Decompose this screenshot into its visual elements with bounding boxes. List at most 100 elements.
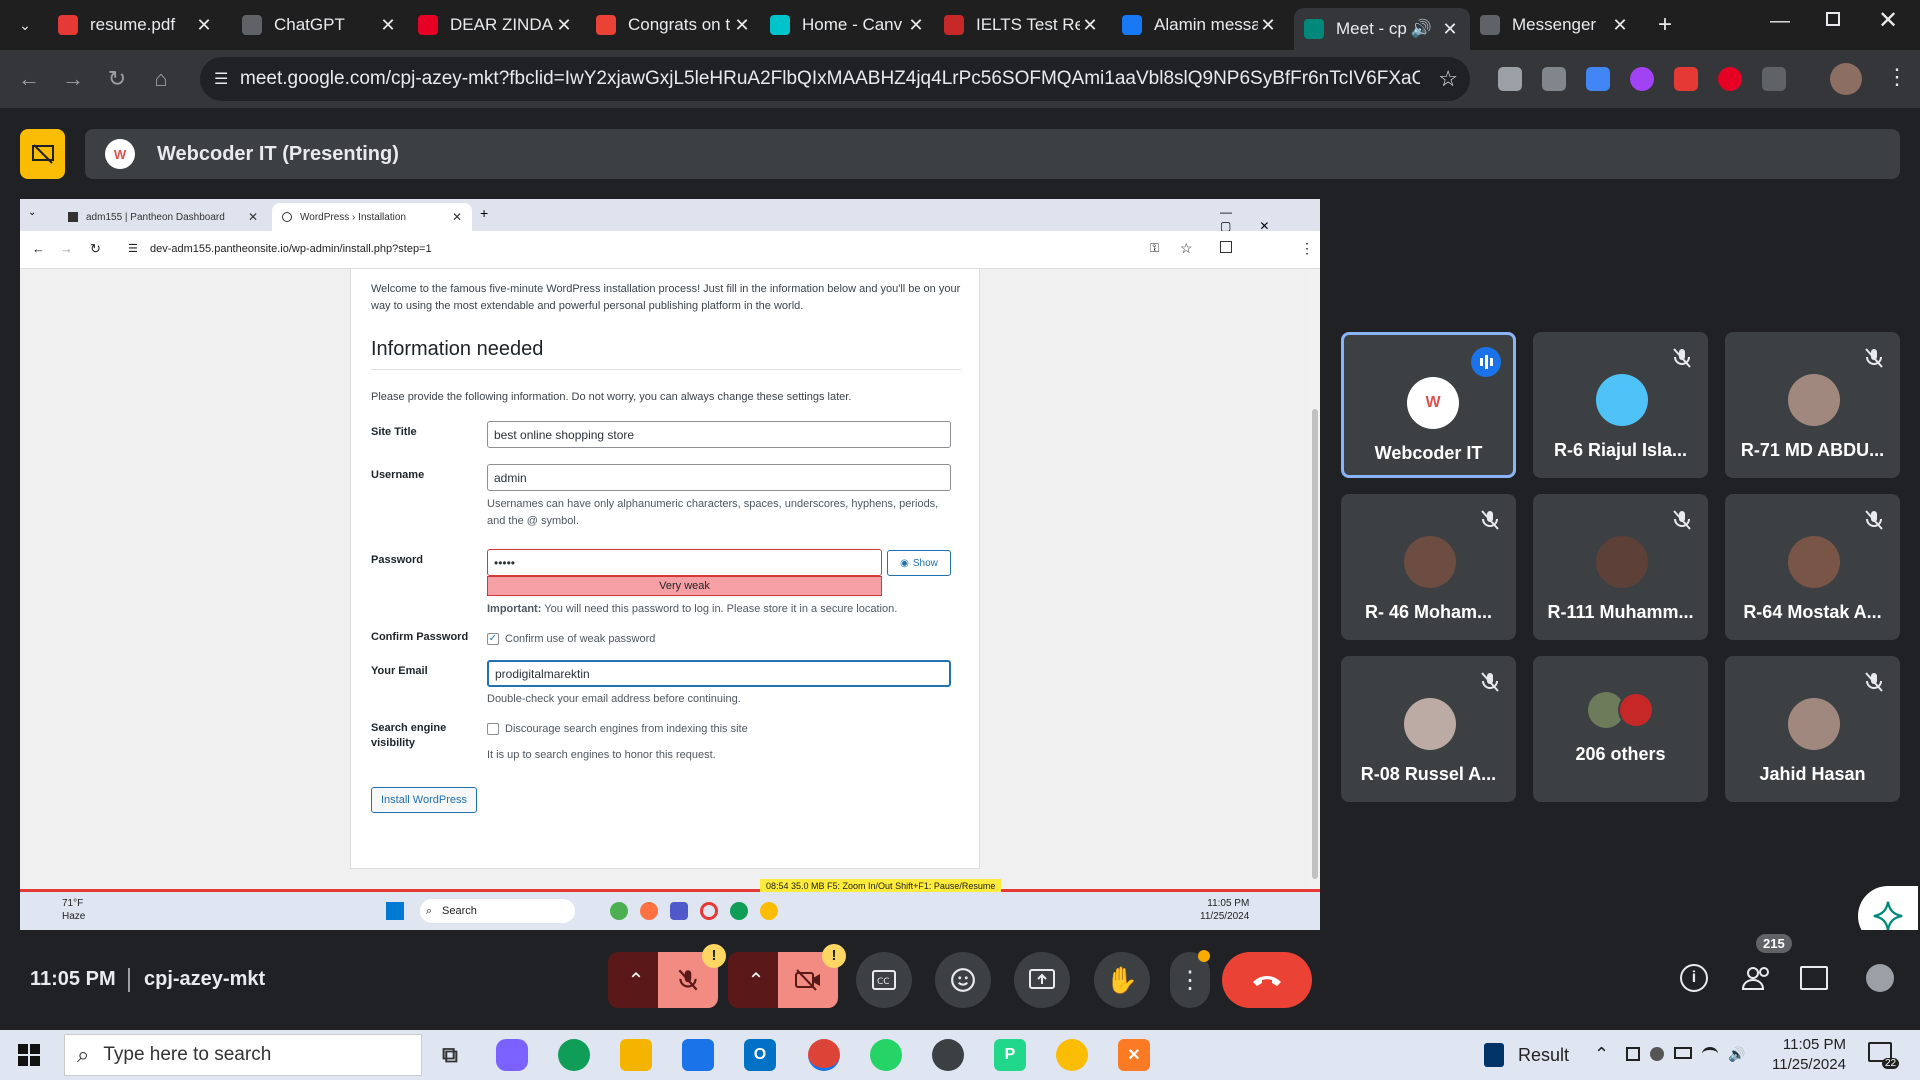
captions-button[interactable]: CC — [856, 952, 912, 1008]
defender-tray-icon[interactable] — [1650, 1047, 1664, 1061]
browser-menu-icon[interactable]: ⋮ — [1886, 64, 1908, 90]
meet-icon — [1304, 19, 1324, 39]
wifi-icon[interactable] — [1702, 1047, 1718, 1061]
profile-avatar[interactable] — [1830, 63, 1862, 95]
whatsapp-icon[interactable] — [870, 1039, 902, 1071]
mic-off-icon — [1481, 672, 1499, 692]
home-icon[interactable]: ⌂ — [146, 64, 176, 94]
messenger-icon — [1480, 15, 1500, 35]
chat-icon[interactable] — [1800, 966, 1828, 990]
tab-ielts[interactable]: IELTS Test Rep✕ — [934, 8, 1110, 42]
microphone-toggle-button[interactable]: ! — [658, 944, 726, 1008]
extension-1-icon[interactable] — [1542, 67, 1566, 91]
xampp-icon[interactable]: ✕ — [1118, 1039, 1150, 1071]
end-call-button[interactable] — [1222, 952, 1312, 1008]
new-tab-button[interactable]: + — [1650, 10, 1680, 40]
tab-pdf[interactable]: resume.pdf ✕ — [48, 8, 224, 42]
tab-pinterest[interactable]: DEAR ZINDA(✕ — [408, 8, 584, 42]
raise-hand-button[interactable]: ✋ — [1094, 952, 1150, 1008]
reactions-button[interactable] — [935, 952, 991, 1008]
volume-icon[interactable]: 🔊 — [1728, 1047, 1745, 1063]
extension-3-icon[interactable] — [1630, 67, 1654, 91]
battery-icon[interactable] — [1674, 1047, 1692, 1059]
tray-chevron-icon[interactable]: ⌃ — [1594, 1044, 1609, 1065]
close-tab-icon[interactable]: ✕ — [554, 15, 574, 36]
copilot-icon[interactable] — [496, 1039, 528, 1071]
result-label[interactable]: Result — [1518, 1045, 1569, 1066]
pycharm-icon[interactable]: P — [994, 1039, 1026, 1071]
nfl-icon[interactable] — [1484, 1043, 1504, 1067]
reading-list-icon[interactable] — [1498, 67, 1522, 91]
close-tab-icon[interactable]: ✕ — [378, 15, 398, 36]
confirm-password-label: Confirm Password — [371, 631, 469, 643]
edge-icon[interactable] — [558, 1039, 590, 1071]
present-button[interactable] — [1014, 952, 1070, 1008]
extension-2-icon[interactable] — [1586, 67, 1610, 91]
presenting-header: W Webcoder IT (Presenting) — [0, 108, 1920, 198]
close-tab-icon[interactable]: ✕ — [194, 15, 214, 36]
confirm-checkbox: ✓ — [487, 633, 499, 646]
participant-tile[interactable]: R-111 Muhamm... — [1533, 494, 1708, 640]
acrobat-extension-icon[interactable] — [1674, 67, 1698, 91]
presenting-title: Webcoder IT (Presenting) — [157, 142, 399, 165]
microsoft-store-icon[interactable] — [682, 1039, 714, 1071]
more-options-button[interactable]: ⋮ — [1170, 950, 1210, 1008]
stop-presenting-icon[interactable] — [20, 129, 65, 179]
app-icon[interactable] — [932, 1039, 964, 1071]
task-view-icon[interactable]: ⧉ — [434, 1039, 466, 1071]
shared-tab-title: WordPress › Installation — [300, 211, 406, 223]
participant-tile[interactable]: R-64 Mostak A... — [1725, 494, 1900, 640]
close-tab-icon[interactable]: ✕ — [1080, 15, 1100, 36]
forward-icon[interactable]: → — [58, 64, 88, 94]
meet-tray-icon[interactable] — [1626, 1047, 1640, 1061]
outlook-icon[interactable]: O — [744, 1039, 776, 1071]
pantheon-icon — [68, 212, 78, 222]
restore-icon[interactable] — [1826, 12, 1840, 26]
shared-tab-wordpress: WordPress › Installation ✕ — [272, 203, 472, 231]
chrome-icon[interactable] — [808, 1039, 840, 1071]
participant-tile[interactable]: W Webcoder IT — [1341, 332, 1516, 478]
pinterest-extension-icon[interactable] — [1718, 67, 1742, 91]
camera-toggle-button[interactable]: ! — [778, 944, 846, 1008]
file-explorer-icon[interactable] — [620, 1039, 652, 1071]
close-tab-icon[interactable]: ✕ — [1440, 19, 1460, 40]
close-tab-icon[interactable]: ✕ — [1610, 15, 1630, 36]
people-button[interactable]: 215 — [1740, 934, 1792, 992]
close-window-icon[interactable]: ✕ — [1878, 6, 1898, 35]
chrome-icon — [610, 902, 628, 920]
close-tab-icon[interactable]: ✕ — [1258, 15, 1278, 36]
tab-facebook[interactable]: Alamin messa ✕ — [1112, 8, 1288, 42]
participant-tile[interactable]: Jahid Hasan — [1725, 656, 1900, 802]
audio-options-button[interactable]: ⌃ — [608, 952, 664, 1008]
reload-icon[interactable]: ↻ — [102, 64, 132, 94]
tab-messenger[interactable]: Messenger ✕ — [1470, 8, 1640, 42]
install-wordpress-button: Install WordPress — [371, 787, 477, 813]
shared-url: dev-adm155.pantheonsite.io/wp-admin/inst… — [150, 243, 432, 255]
tab-meet[interactable]: Meet - cp 🔊 ✕ — [1294, 8, 1470, 50]
close-tab-icon[interactable]: ✕ — [906, 15, 926, 36]
tab-canva[interactable]: Home - Canv ✕ — [760, 8, 936, 42]
site-info-icon[interactable]: ☰ — [214, 69, 228, 89]
address-bar[interactable]: ☰ meet.google.com/cpj-azey-mkt?fbclid=Iw… — [200, 57, 1470, 101]
participant-tile[interactable]: R-71 MD ABDU... — [1725, 332, 1900, 478]
windows-clock[interactable]: 11:05 PM 11/25/2024 — [1772, 1035, 1846, 1075]
windows-start-icon[interactable] — [18, 1044, 40, 1066]
participant-tile[interactable]: R- 46 Moham... — [1341, 494, 1516, 640]
tab-gmail[interactable]: Congrats on t ✕ — [586, 8, 762, 42]
tab-chatgpt[interactable]: ChatGPT ✕ — [232, 8, 408, 42]
windows-search-box[interactable]: ⌕ Type here to search — [64, 1034, 422, 1076]
video-options-button[interactable]: ⌃ — [728, 952, 784, 1008]
extensions-puzzle-icon[interactable] — [1762, 67, 1786, 91]
meeting-details-icon[interactable]: i — [1680, 964, 1708, 992]
participant-tile[interactable]: R-6 Riajul Isla... — [1533, 332, 1708, 478]
participant-tile[interactable]: 206 others — [1533, 656, 1708, 802]
reload-icon: ↻ — [90, 241, 101, 256]
participant-tile[interactable]: R-08 Russel A... — [1341, 656, 1516, 802]
chrome-2-icon[interactable] — [1056, 1039, 1088, 1071]
bookmark-star-icon[interactable]: ☆ — [1438, 66, 1458, 92]
close-tab-icon[interactable]: ✕ — [732, 15, 752, 36]
back-icon[interactable]: ← — [14, 64, 44, 94]
activities-icon[interactable] — [1866, 964, 1894, 992]
minimize-icon[interactable]: — — [1770, 10, 1790, 33]
tab-search-dropdown[interactable]: ⌄ — [12, 12, 38, 38]
